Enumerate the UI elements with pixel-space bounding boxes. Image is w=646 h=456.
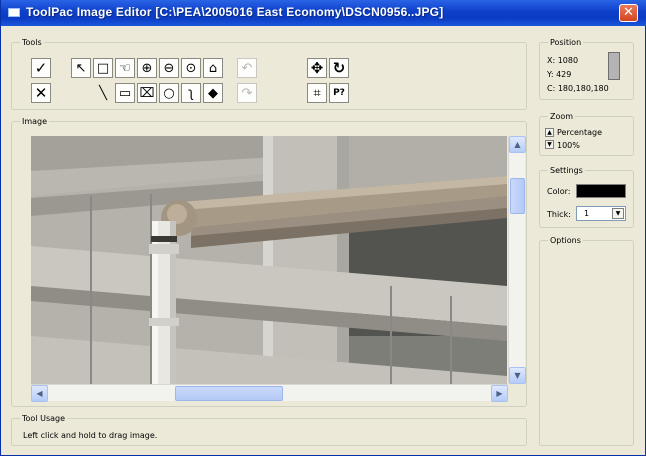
title-bar[interactable]: ToolPac Image Editor [C:\PEA\2005016 Eas… [1,0,646,26]
app-window: ToolPac Image Editor [C:\PEA\2005016 Eas… [0,0,646,456]
redo-button[interactable]: ↷ [237,83,257,103]
arrow-down-icon: ▼ [547,141,552,148]
scroll-corner [508,384,525,401]
callout-button[interactable]: ⌂ [203,58,223,78]
zoom-in-button[interactable]: ⊕ [137,58,157,78]
horizontal-scroll-thumb[interactable] [175,386,283,401]
scroll-up-button[interactable]: ▲ [509,136,526,153]
move-icon: ✥ [310,58,324,77]
arrow-up-icon: ▲ [547,129,552,136]
position-x: X: 1080 [547,56,579,65]
callout-icon: ⌂ [208,60,218,76]
image-canvas[interactable] [31,136,507,384]
polygon-tool-button[interactable]: ⌧ [137,83,157,103]
chevron-right-icon: ▶ [496,389,503,398]
freehand-tool-button[interactable]: ʅ [181,83,201,103]
rectangle-draw-icon: ▭ [118,85,132,101]
close-button[interactable]: ✕ [619,4,638,22]
position-legend: Position [550,38,582,47]
app-icon [8,8,20,17]
zoom-mode: Percentage [557,128,603,137]
zoom-down-button[interactable]: ▼ [545,140,554,149]
color-picker[interactable] [576,184,626,198]
rotate-icon: ↻ [332,58,346,77]
scroll-left-button[interactable]: ◀ [31,385,48,402]
vertical-scroll-thumb[interactable] [510,178,525,214]
hand-icon: ☜ [119,60,131,76]
vertical-scrollbar[interactable]: ▲ ▼ [508,136,526,384]
tool-usage-legend: Tool Usage [22,414,66,423]
photo-image [31,136,507,384]
pan-hand-button[interactable]: ☜ [115,58,135,78]
thickness-value: 1 [584,209,590,218]
rectangle-select-button[interactable]: □ [93,58,113,78]
thickness-select[interactable]: 1 ▼ [576,206,626,221]
chevron-left-icon: ◀ [36,389,43,398]
x-icon: ✕ [34,83,48,102]
position-y: Y: 429 [547,70,572,79]
paint-bucket-icon: ◆ [208,85,218,101]
undo-button[interactable]: ↶ [237,58,257,78]
line-tool-button[interactable]: ╲ [93,83,113,103]
pointer-tool-button[interactable]: ↖ [71,58,91,78]
cancel-x-button[interactable]: ✕ [31,83,51,103]
rotate-tool-button[interactable]: ↻ [329,58,349,78]
rectangle-icon: □ [96,60,110,76]
p-question-icon: P? [333,87,345,98]
pixel-color-swatch [608,52,620,80]
position-color: C: 180,180,180 [547,84,609,93]
tools-legend: Tools [22,38,42,47]
chevron-up-icon: ▲ [514,140,521,149]
zoom-up-button[interactable]: ▲ [545,128,554,137]
scroll-down-button[interactable]: ▼ [509,367,526,384]
options-group: Options [539,236,634,446]
fill-tool-button[interactable]: ◆ [203,83,223,103]
scroll-right-button[interactable]: ▶ [491,385,508,402]
arrow-pointer-icon: ↖ [75,60,87,76]
horizontal-scrollbar[interactable]: ◀ ▶ [31,384,508,402]
tool-usage-text: Left click and hold to drag image. [23,431,158,440]
zoom-fit-button[interactable]: ⊙ [181,58,201,78]
undo-icon: ↶ [241,60,253,76]
tool-usage-group: Tool Usage [11,414,527,446]
crop-icon: ⌗ [313,85,321,101]
settings-legend: Settings [550,166,583,175]
polygon-icon: ⌧ [139,85,155,101]
zoom-value: 100% [557,141,580,150]
ellipse-tool-button[interactable]: ○ [159,83,179,103]
redo-icon: ↷ [241,85,253,101]
thick-label: Thick: [547,210,571,219]
ellipse-icon: ○ [163,85,175,101]
window-title: ToolPac Image Editor [C:\PEA\2005016 Eas… [26,5,444,19]
accept-check-button[interactable]: ✓ [31,58,51,78]
options-legend: Options [550,236,581,245]
magnifier-icon: ⊙ [185,60,197,76]
magnifier-plus-icon: ⊕ [141,60,153,76]
line-icon: ╲ [99,85,107,101]
p-query-button[interactable]: P? [329,83,349,103]
zoom-out-button[interactable]: ⊖ [159,58,179,78]
freehand-icon: ʅ [188,85,194,101]
rectangle-tool-button[interactable]: ▭ [115,83,135,103]
chevron-down-icon[interactable]: ▼ [612,208,624,219]
image-legend: Image [22,117,48,126]
move-tool-button[interactable]: ✥ [307,58,327,78]
crop-tool-button[interactable]: ⌗ [307,83,327,103]
magnifier-minus-icon: ⊖ [163,60,175,76]
check-icon: ✓ [34,58,48,77]
zoom-legend: Zoom [550,112,574,121]
chevron-down-icon: ▼ [514,371,521,380]
color-label: Color: [547,187,571,196]
